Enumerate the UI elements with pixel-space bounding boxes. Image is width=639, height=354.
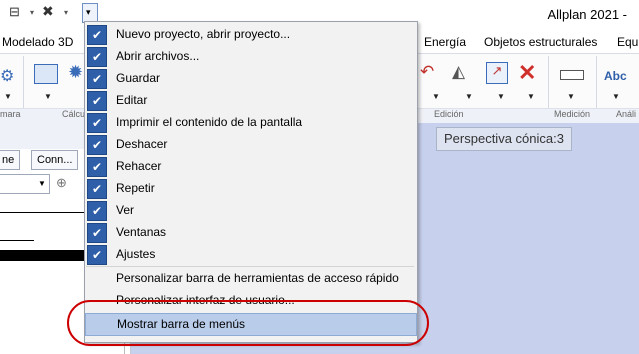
chevron-down-icon[interactable]: ▼ [567, 92, 575, 101]
resize-icon[interactable]: ↗ [486, 62, 508, 84]
tab-modelado-3d[interactable]: Modelado 3D [2, 35, 73, 49]
menu-item-ventanas[interactable]: ✔ Ventanas [85, 221, 415, 243]
app-title: Allplan 2021 - [547, 7, 628, 22]
menu-item-label: Abrir archivos... [116, 49, 200, 63]
viewport-label: Perspectiva cónica:3 [436, 127, 572, 151]
group-label: mara [0, 109, 21, 119]
group-label: Análi [616, 109, 637, 119]
menu-item-nuevo-proyecto[interactable]: ✔ Nuevo proyecto, abrir proyecto... [85, 23, 415, 45]
chevron-down-icon[interactable]: ▼ [527, 92, 535, 101]
light-icon[interactable]: ✹ [68, 62, 83, 83]
camera-icon[interactable] [34, 64, 58, 84]
check-icon: ✔ [87, 113, 107, 133]
chevron-down-icon[interactable]: ▼ [612, 92, 620, 101]
ruler-icon[interactable] [560, 70, 584, 80]
menu-item-label: Guardar [116, 71, 161, 85]
check-icon: ✔ [87, 47, 107, 67]
group-label: Cálcu [62, 109, 86, 119]
tab-objetos-estructurales[interactable]: Objetos estructurales [484, 35, 597, 49]
tab-panel-ne[interactable]: ne [0, 150, 21, 170]
menu-item-label: Rehacer [116, 159, 162, 173]
chevron-down-icon[interactable]: ▼ [4, 92, 12, 101]
check-icon: ✔ [87, 91, 107, 111]
check-icon: ✔ [87, 135, 107, 155]
check-icon: ✔ [87, 245, 107, 265]
menu-item-label: Ajustes [116, 247, 156, 261]
check-icon: ✔ [87, 223, 107, 243]
check-icon: ✔ [87, 69, 107, 89]
menu-item-rehacer[interactable]: ✔ Rehacer [85, 155, 415, 177]
menu-item-deshacer[interactable]: ✔ Deshacer [85, 133, 415, 155]
check-icon: ✔ [87, 25, 107, 45]
menu-item-label: Ver [116, 203, 135, 217]
menu-item-imprimir[interactable]: ✔ Imprimir el contenido de la pantalla [85, 111, 415, 133]
tab-panel-connections[interactable]: Conn... [31, 150, 79, 170]
menu-item-guardar[interactable]: ✔ Guardar [85, 67, 415, 89]
group-label: Edición [434, 109, 464, 119]
menu-item-label: Editar [116, 93, 148, 107]
text-icon[interactable]: Abc [604, 69, 627, 83]
menu-item-label: Personalizar barra de herramientas de ac… [116, 271, 399, 285]
chevron-down-icon[interactable]: ▼ [432, 92, 440, 101]
divider [0, 240, 34, 241]
group-label: Medición [554, 109, 591, 119]
menu-item-label: Ventanas [116, 225, 167, 239]
chevron-down-icon[interactable]: ▼ [36, 175, 48, 193]
zoom-icon[interactable]: ⊕ [56, 175, 67, 191]
customize-toolbar-button[interactable]: ▾ [82, 3, 98, 23]
menu-item-label: Nuevo proyecto, abrir proyecto... [116, 27, 291, 41]
menu-item-abrir-archivos[interactable]: ✔ Abrir archivos... [85, 45, 415, 67]
menu-item-editar[interactable]: ✔ Editar [85, 89, 415, 111]
menu-item-label: Repetir [116, 181, 155, 195]
gear-icon[interactable]: ⚙ [0, 66, 14, 86]
tab-equi[interactable]: Equi [617, 35, 639, 49]
chevron-down-icon[interactable]: ▾ [64, 8, 68, 17]
tools-icon[interactable]: ✖ [42, 3, 54, 20]
chevron-down-icon[interactable]: ▼ [44, 92, 52, 101]
delete-icon[interactable]: ✕ [518, 60, 536, 86]
check-icon: ✔ [87, 157, 107, 177]
chevron-down-icon[interactable]: ▾ [30, 8, 34, 17]
check-icon: ✔ [87, 201, 107, 221]
menu-item-ajustes[interactable]: ✔ Ajustes [85, 243, 415, 265]
chevron-down-icon[interactable]: ▼ [497, 92, 505, 101]
customize-toolbar-icon: ▾ [86, 7, 91, 17]
menu-item-personalizar-barra[interactable]: Personalizar barra de herramientas de ac… [85, 267, 415, 289]
annotation-highlight [67, 300, 429, 346]
mirror-icon[interactable]: ◭ [452, 62, 465, 82]
menu-item-label: Imprimir el contenido de la pantalla [116, 115, 303, 129]
layer-selection-icon[interactable]: ⊟ [9, 4, 20, 20]
chevron-down-icon[interactable]: ▼ [465, 92, 473, 101]
undo-transform-icon[interactable]: ↶ [420, 62, 434, 82]
menu-item-ver[interactable]: ✔ Ver [85, 199, 415, 221]
menu-item-label: Deshacer [116, 137, 168, 151]
tab-energia[interactable]: Energía [424, 35, 466, 49]
menu-item-repetir[interactable]: ✔ Repetir [85, 177, 415, 199]
check-icon: ✔ [87, 179, 107, 199]
